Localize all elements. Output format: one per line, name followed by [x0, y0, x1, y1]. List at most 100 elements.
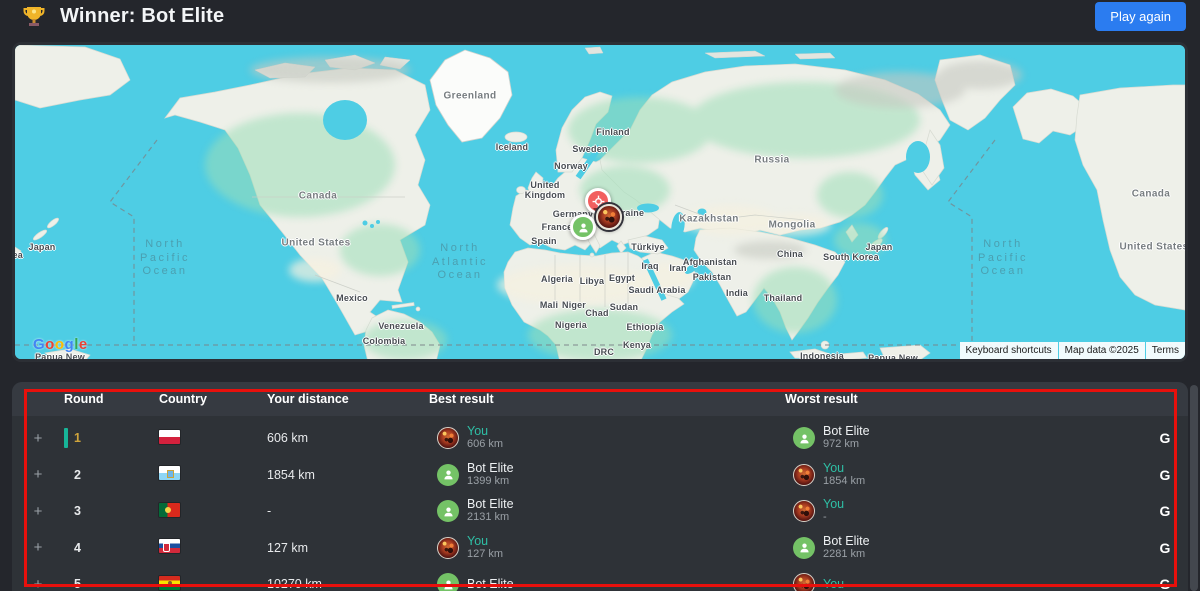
- country-cell: [159, 503, 267, 520]
- table-header-row: Round Country Your distance Best result …: [12, 382, 1188, 416]
- flag-pt: [159, 503, 180, 517]
- result-distance: 606 km: [467, 438, 503, 451]
- expand-row-button[interactable]: +: [12, 430, 64, 447]
- header-worst-result: Worst result: [785, 392, 1142, 406]
- your-avatar: [437, 537, 459, 559]
- result-distance: 1854 km: [823, 475, 865, 488]
- google-maps-link[interactable]: G: [1142, 503, 1188, 519]
- header-your-distance: Your distance: [267, 392, 429, 406]
- result-name-block: Bot Elite2131 km: [467, 498, 514, 524]
- google-maps-link[interactable]: G: [1142, 430, 1188, 446]
- player-name: Bot Elite: [467, 498, 514, 511]
- result-name-block: Bot Elite1399 km: [467, 462, 514, 488]
- table-row: +2 1854 km Bot Elite1399 km You1854 km G: [12, 457, 1188, 494]
- header-country: Country: [159, 392, 267, 406]
- result-distance: 2131 km: [467, 511, 514, 524]
- result-name-block: You1854 km: [823, 462, 865, 488]
- result-distance: 2281 km: [823, 548, 870, 561]
- result-distance: 1399 km: [467, 475, 514, 488]
- table-row: +4127 kmYou127 kmBot Elite2281 kmG: [12, 530, 1188, 567]
- trophy-icon: [22, 4, 46, 28]
- you-pin-marker[interactable]: [596, 204, 622, 230]
- round-cell: 1: [64, 428, 159, 448]
- your-distance-value: 606 km: [267, 431, 429, 445]
- results-table: Round Country Your distance Best result …: [12, 382, 1188, 591]
- round-number: 1: [74, 431, 81, 445]
- result-name-block: You127 km: [467, 535, 503, 561]
- result-name-block: Bot Elite2281 km: [823, 535, 870, 561]
- expand-row-button[interactable]: +: [12, 503, 64, 520]
- active-round-indicator: [64, 465, 68, 485]
- player-name: You: [823, 578, 844, 591]
- best-result-cell: Bot Elite: [429, 573, 785, 591]
- bot-avatar: [793, 537, 815, 559]
- your-avatar: [793, 500, 815, 522]
- your-avatar: [437, 427, 459, 449]
- worst-result-cell: You-: [785, 498, 1142, 524]
- round-cell: 4: [64, 538, 159, 558]
- player-name: You: [823, 462, 865, 475]
- player-name: Bot Elite: [823, 535, 870, 548]
- result-distance: 972 km: [823, 438, 870, 451]
- flag-sm: [159, 466, 180, 480]
- result-distance: 127 km: [467, 548, 503, 561]
- player-name: Bot Elite: [467, 578, 514, 591]
- round-cell: 3: [64, 501, 159, 521]
- header-round: Round: [64, 392, 159, 406]
- map-attribution: Keyboard shortcutsMap data ©2025Terms: [960, 342, 1186, 359]
- player-name: You: [467, 425, 503, 438]
- result-distance: -: [823, 511, 844, 524]
- bot-avatar: [437, 573, 459, 591]
- country-cell: [159, 430, 267, 447]
- player-name: Bot Elite: [823, 425, 870, 438]
- table-row: +3-Bot Elite2131 kmYou-G: [12, 493, 1188, 530]
- result-name-block: Bot Elite972 km: [823, 425, 870, 451]
- best-result-cell: You606 km: [429, 425, 785, 451]
- your-distance-value: -: [267, 504, 429, 518]
- google-logo-letter: G: [33, 336, 45, 353]
- active-round-indicator: [64, 501, 68, 521]
- expand-row-button[interactable]: +: [12, 539, 64, 556]
- round-cell: 2: [64, 465, 159, 485]
- table-row: +1606 kmYou606 kmBot Elite972 kmG: [12, 420, 1188, 457]
- google-maps-link[interactable]: G: [1142, 576, 1188, 591]
- google-maps-link[interactable]: G: [1142, 467, 1188, 483]
- round-number: 3: [74, 504, 81, 518]
- your-distance-value: 127 km: [267, 541, 429, 555]
- google-maps-link[interactable]: G: [1142, 540, 1188, 556]
- google-logo[interactable]: Google: [33, 336, 88, 353]
- worst-result-cell: You1854 km: [785, 462, 1142, 488]
- expand-row-button[interactable]: +: [12, 576, 64, 591]
- expand-row-button[interactable]: +: [12, 466, 64, 483]
- active-round-indicator: [64, 428, 68, 448]
- worst-result-cell: You: [785, 573, 1142, 591]
- worst-result-cell: Bot Elite2281 km: [785, 535, 1142, 561]
- flag-bo: [159, 576, 180, 590]
- your-avatar: [793, 573, 815, 591]
- attribution-chip[interactable]: Terms: [1146, 342, 1185, 359]
- play-again-button[interactable]: Play again: [1095, 2, 1186, 31]
- attribution-chip[interactable]: Map data ©2025: [1059, 342, 1145, 359]
- player-name: You: [823, 498, 844, 511]
- top-bar: Winner: Bot Elite Play again: [0, 0, 1200, 32]
- map-panel: GreenlandIcelandFinlandSwedenNorwayUnite…: [12, 42, 1188, 362]
- active-round-indicator: [64, 574, 68, 591]
- your-distance-value: 10270 km: [267, 577, 429, 591]
- round-number: 4: [74, 541, 81, 555]
- round-cell: 5: [64, 574, 159, 591]
- google-logo-letter: g: [65, 336, 75, 353]
- result-name-block: Bot Elite: [467, 578, 514, 591]
- country-cell: [159, 576, 267, 591]
- page-scrollbar[interactable]: [1190, 385, 1198, 591]
- worst-result-cell: Bot Elite972 km: [785, 425, 1142, 451]
- bot-avatar: [437, 500, 459, 522]
- google-logo-letter: e: [79, 336, 88, 353]
- page-title: Winner: Bot Elite: [60, 5, 224, 28]
- world-map[interactable]: GreenlandIcelandFinlandSwedenNorwayUnite…: [15, 45, 1185, 359]
- google-logo-letter: o: [45, 336, 55, 353]
- result-name-block: You: [823, 578, 844, 591]
- bot-avatar: [793, 427, 815, 449]
- attribution-chip[interactable]: Keyboard shortcuts: [960, 342, 1058, 359]
- player-name: You: [467, 535, 503, 548]
- round-number: 5: [74, 577, 81, 591]
